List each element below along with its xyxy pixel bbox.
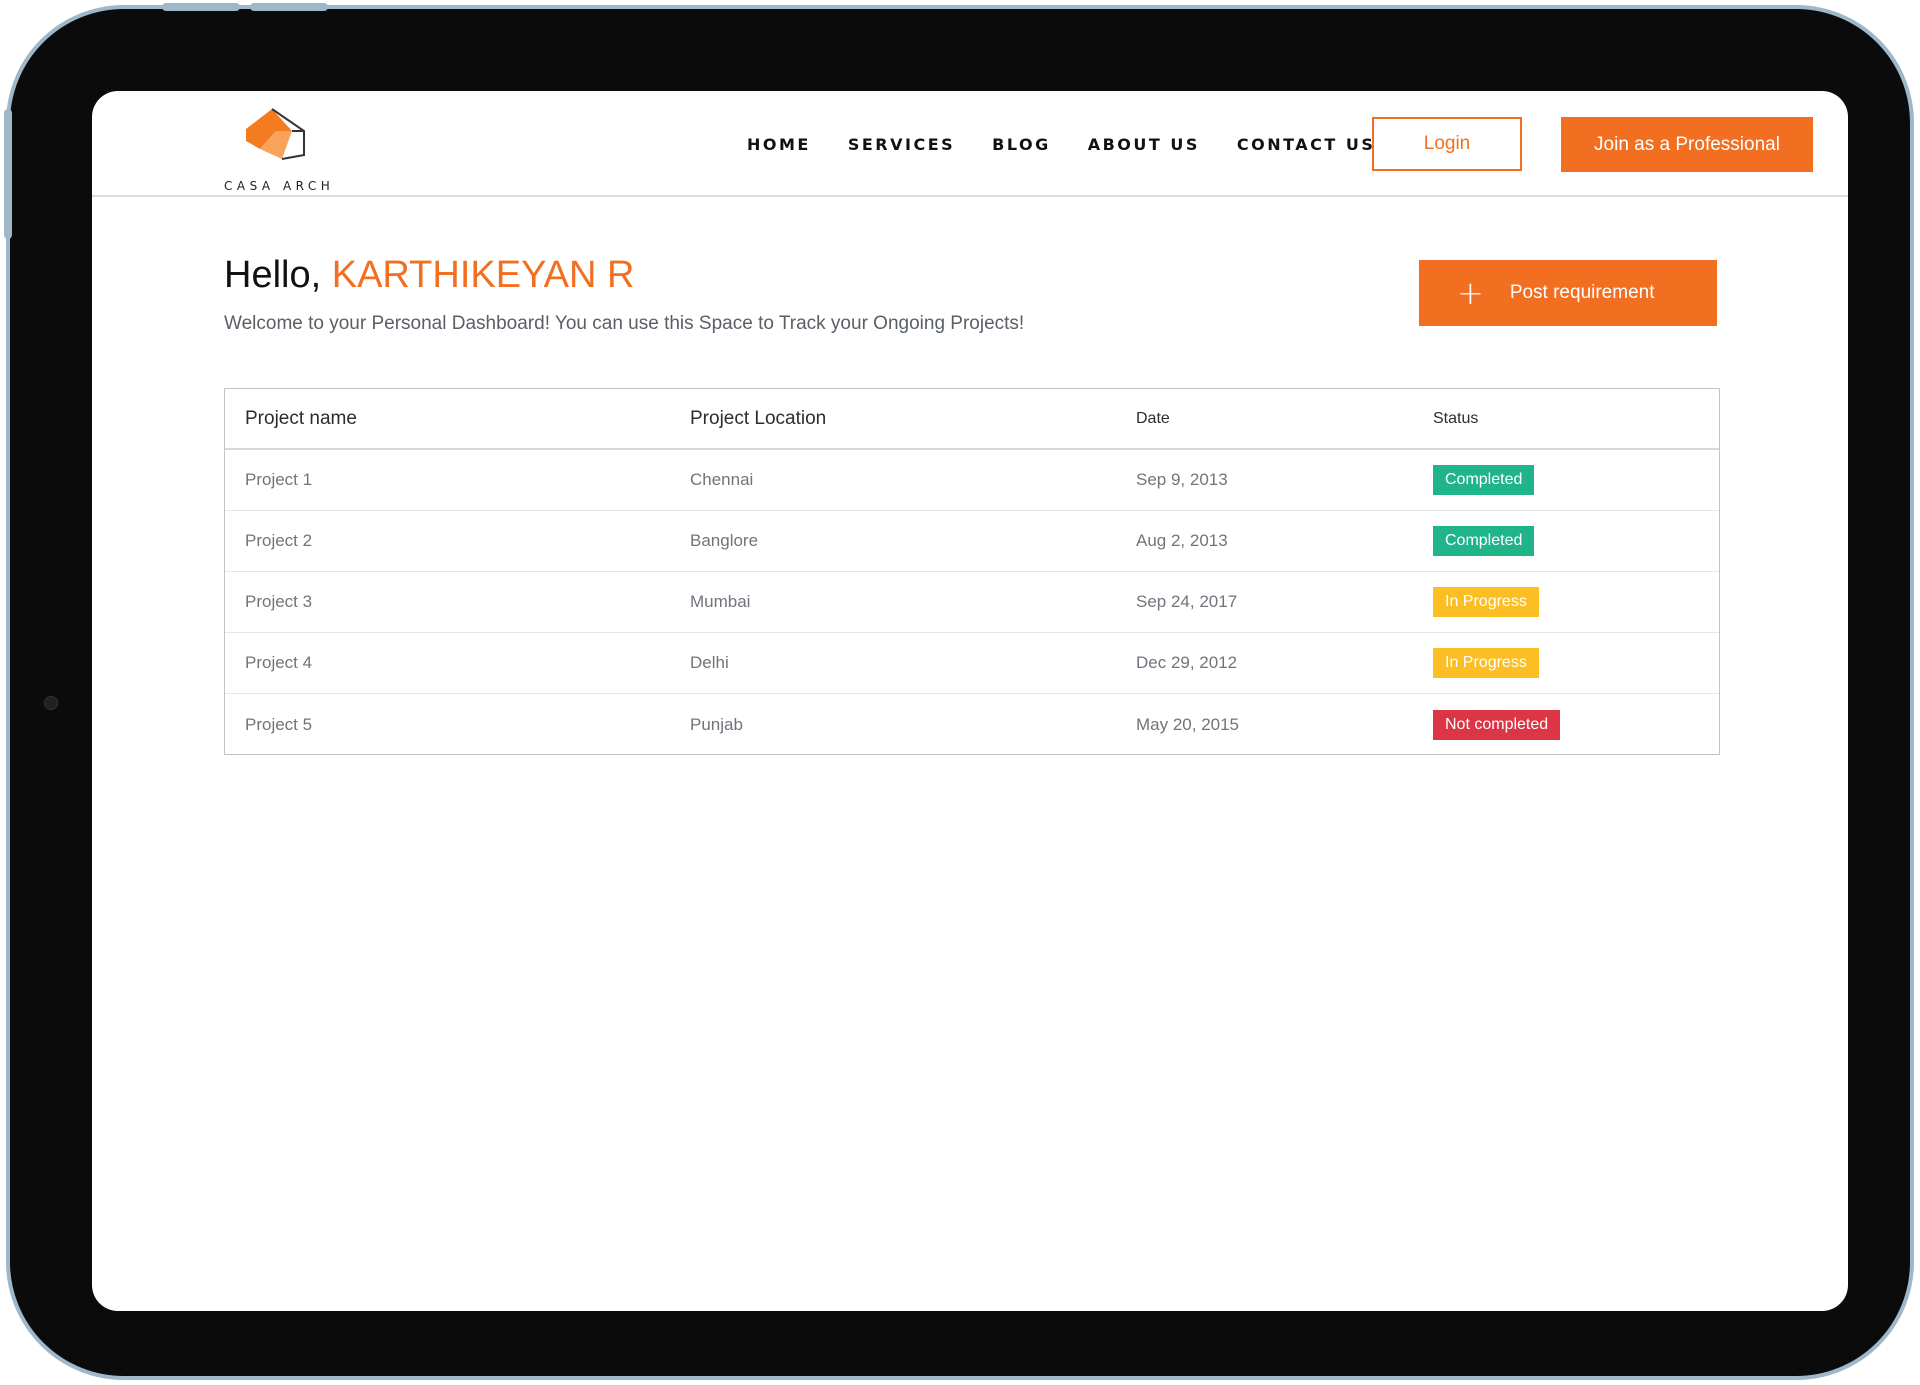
user-name: KARTHIKEYAN R [331, 254, 635, 296]
header-project-name: Project name [245, 407, 357, 429]
post-requirement-button[interactable]: + Post requirement [1419, 260, 1717, 326]
camera-icon [44, 696, 58, 710]
project-location-cell: Chennai [690, 470, 754, 489]
greeting-prefix: Hello, [224, 254, 322, 296]
status-badge: Not completed [1433, 709, 1561, 740]
project-location-cell: Banglore [690, 531, 759, 550]
screen: CASA ARCH HOME SERVICES BLOG ABOUT US CO… [92, 91, 1848, 1311]
site-header: CASA ARCH HOME SERVICES BLOG ABOUT US CO… [92, 91, 1848, 197]
tablet-power-button [4, 109, 12, 239]
project-name-cell: Project 4 [245, 653, 313, 672]
project-date-cell: Sep 24, 2017 [1136, 592, 1238, 611]
project-location-cell: Delhi [690, 653, 729, 672]
logo[interactable]: CASA ARCH [224, 103, 344, 193]
nav-about-us[interactable]: ABOUT US [1088, 135, 1200, 154]
main-nav: HOME SERVICES BLOG ABOUT US CONTACT US [747, 135, 1412, 154]
welcome-text: Welcome to your Personal Dashboard! You … [224, 313, 1025, 334]
project-status-cell: Completed [1433, 450, 1535, 510]
projects-table: Project name Project Location Date Statu… [224, 388, 1720, 755]
project-status-cell: In Progress [1433, 572, 1539, 632]
nav-blog[interactable]: BLOG [992, 135, 1051, 154]
greeting-heading: Hello, KARTHIKEYAN R [224, 254, 634, 297]
table-row[interactable]: Project 1 Chennai Sep 9, 2013 Completed [225, 450, 1719, 511]
project-date-cell: May 20, 2015 [1136, 714, 1240, 734]
project-date-cell: Aug 2, 2013 [1136, 531, 1228, 550]
plus-icon: + [1457, 274, 1484, 312]
status-badge: In Progress [1433, 587, 1539, 617]
project-name-cell: Project 3 [245, 592, 313, 611]
project-location-cell: Mumbai [690, 592, 751, 611]
header-project-location: Project Location [690, 407, 827, 429]
header-date: Date [1136, 409, 1170, 427]
roof-logo-icon [246, 108, 305, 160]
post-requirement-label: Post requirement [1509, 282, 1655, 303]
header-status: Status [1433, 409, 1479, 427]
table-row[interactable]: Project 3 Mumbai Sep 24, 2017 In Progress [225, 572, 1719, 633]
table-row[interactable]: Project 2 Banglore Aug 2, 2013 Completed [225, 511, 1719, 572]
project-status-cell: Completed [1433, 511, 1535, 571]
logo-text: CASA ARCH [224, 179, 335, 193]
project-date-cell: Dec 29, 2012 [1136, 653, 1238, 672]
tablet-volume-button [162, 3, 240, 11]
project-date-cell: Sep 9, 2013 [1136, 470, 1228, 489]
project-name-cell: Project 5 [245, 714, 313, 734]
tablet-volume-button [250, 3, 328, 11]
nav-contact-us[interactable]: CONTACT US [1237, 135, 1376, 154]
project-location-cell: Punjab [690, 714, 743, 734]
tablet-frame: CASA ARCH HOME SERVICES BLOG ABOUT US CO… [4, 3, 1914, 1380]
project-status-cell: Not completed [1433, 694, 1561, 755]
nav-services[interactable]: SERVICES [848, 135, 955, 154]
table-row[interactable]: Project 5 Punjab May 20, 2015 Not completed [225, 694, 1719, 755]
project-name-cell: Project 2 [245, 531, 313, 550]
status-badge: Completed [1433, 465, 1535, 495]
status-badge: Completed [1433, 526, 1535, 556]
status-badge: In Progress [1433, 648, 1539, 678]
login-button[interactable]: Login [1372, 117, 1522, 171]
project-name-cell: Project 1 [245, 470, 313, 489]
join-professional-button[interactable]: Join as a Professional [1561, 117, 1813, 172]
nav-home[interactable]: HOME [747, 135, 811, 154]
project-status-cell: In Progress [1433, 633, 1539, 693]
table-row[interactable]: Project 4 Delhi Dec 29, 2012 In Progress [225, 633, 1719, 694]
table-header-row: Project name Project Location Date Statu… [225, 389, 1719, 450]
